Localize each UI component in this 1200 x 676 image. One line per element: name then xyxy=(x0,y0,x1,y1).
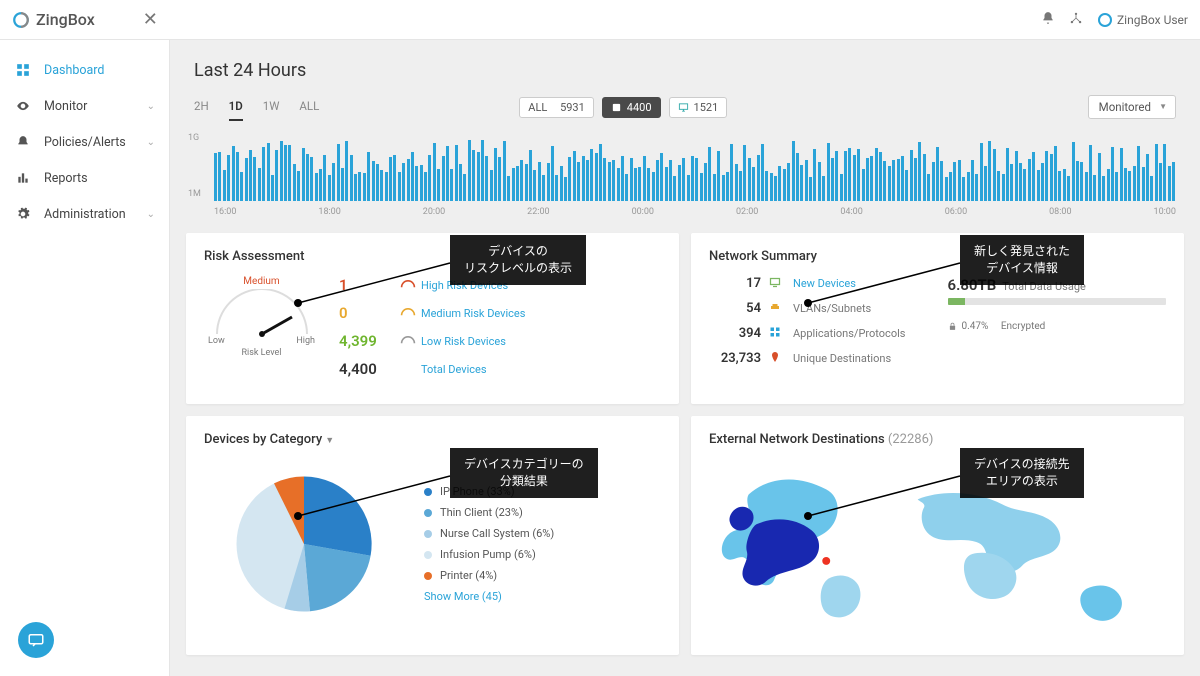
brand-logo: ZingBox xyxy=(12,10,95,29)
world-map[interactable] xyxy=(709,459,1166,639)
sidebar-item-dashboard[interactable]: Dashboard xyxy=(0,52,169,88)
risk-row-high[interactable]: 1 High Risk Devices xyxy=(339,276,661,294)
x-ticks: 16:0018:0020:0022:0000:0002:0004:0006:00… xyxy=(214,207,1176,217)
sidebar-item-label: Administration xyxy=(44,207,126,222)
sidebar-item-label: Reports xyxy=(44,171,88,186)
pill-all[interactable]: ALL 5931 xyxy=(519,97,594,118)
legend-item[interactable]: Printer (4%) xyxy=(424,569,554,582)
brand-text: ZingBox xyxy=(36,10,95,29)
chevron-down-icon: ⌄ xyxy=(147,137,155,148)
desktop-icon xyxy=(678,102,689,113)
gear-icon xyxy=(14,205,32,223)
tab-2h[interactable]: 2H xyxy=(194,93,209,121)
user-avatar-icon xyxy=(1097,12,1113,28)
eye-icon xyxy=(14,97,32,115)
user-label: ZingBox User xyxy=(1117,13,1188,27)
sidebar-item-label: Dashboard xyxy=(44,63,104,78)
pin-icon xyxy=(769,351,787,366)
encrypted-stat: 0.47% Encrypted xyxy=(948,321,1167,332)
gauge-high-icon xyxy=(395,278,421,292)
card-title: Risk Assessment xyxy=(204,249,661,264)
total-data-usage: 6.80TBTotal Data Usage xyxy=(948,276,1167,294)
pill-iot[interactable]: 4400 xyxy=(602,97,661,118)
traffic-chart: 1G 1M 16:0018:0020:0022:0000:0002:0004:0… xyxy=(170,123,1200,223)
ylabel: 1G xyxy=(188,133,199,143)
chevron-down-icon: ▼ xyxy=(325,436,334,446)
tab-all[interactable]: ALL xyxy=(299,93,319,121)
filter-row: 2H 1D 1W ALL ALL 5931 4400 1521 Monitore… xyxy=(170,89,1200,123)
gauge-low-icon xyxy=(395,334,421,348)
user-menu[interactable]: ZingBox User xyxy=(1097,12,1188,28)
logo-icon xyxy=(12,11,30,29)
device-icon xyxy=(769,276,787,291)
card-title[interactable]: Devices by Category▼ xyxy=(204,432,661,447)
usage-bar xyxy=(948,298,1167,305)
category-pie-chart xyxy=(204,459,404,629)
vlan-icon xyxy=(769,301,787,316)
page-title: Last 24 Hours xyxy=(194,60,1176,81)
net-row-apps: 394Applications/Protocols xyxy=(709,326,928,341)
network-icon[interactable] xyxy=(1069,11,1083,28)
bell-icon xyxy=(14,133,32,151)
risk-row-medium[interactable]: 0 Medium Risk Devices xyxy=(339,304,661,322)
sidebar-item-monitor[interactable]: Monitor ⌄ xyxy=(0,88,169,124)
card-external-destinations: External Network Destinations (22286) xyxy=(691,416,1184,655)
chevron-down-icon: ⌄ xyxy=(147,209,155,220)
risk-gauge: Medium LowHigh Risk Level xyxy=(204,276,319,358)
card-devices-by-category: Devices by Category▼ IP Phone (33%) Thin… xyxy=(186,416,679,655)
topbar-right: ZingBox User xyxy=(1041,11,1188,28)
stat-pills: ALL 5931 4400 1521 xyxy=(519,97,727,118)
chat-icon xyxy=(27,631,45,649)
risk-row-low[interactable]: 4,399 Low Risk Devices xyxy=(339,332,661,350)
close-icon[interactable]: ✕ xyxy=(143,9,158,30)
sidebar-item-label: Monitor xyxy=(44,99,87,114)
legend-item[interactable]: IP Phone (33%) xyxy=(424,485,554,498)
tab-1d[interactable]: 1D xyxy=(229,93,243,121)
sidebar: Dashboard Monitor ⌄ Policies/Alerts ⌄ Re… xyxy=(0,40,170,676)
net-row-destinations: 23,733Unique Destinations xyxy=(709,351,928,366)
chat-fab[interactable] xyxy=(18,622,54,658)
topbar: ZingBox ✕ ZingBox User xyxy=(0,0,1200,40)
legend-item[interactable]: Infusion Pump (6%) xyxy=(424,548,554,561)
net-row-new-devices[interactable]: 17New Devices xyxy=(709,276,928,291)
lock-icon xyxy=(948,322,957,331)
chevron-down-icon: ⌄ xyxy=(147,101,155,112)
risk-row-total[interactable]: 4,400 Total Devices xyxy=(339,360,661,378)
reports-icon xyxy=(14,169,32,187)
sidebar-item-label: Policies/Alerts xyxy=(44,135,126,150)
sidebar-item-policies[interactable]: Policies/Alerts ⌄ xyxy=(0,124,169,160)
legend-item[interactable]: Thin Client (23%) xyxy=(424,506,554,519)
sidebar-item-administration[interactable]: Administration ⌄ xyxy=(0,196,169,232)
category-legend: IP Phone (33%) Thin Client (23%) Nurse C… xyxy=(424,485,554,603)
legend-item[interactable]: Nurse Call System (6%) xyxy=(424,527,554,540)
gauge-med-icon xyxy=(395,306,421,320)
main-content: Last 24 Hours 2H 1D 1W ALL ALL 5931 4400… xyxy=(170,40,1200,676)
tab-1w[interactable]: 1W xyxy=(263,93,280,121)
dashboard-icon xyxy=(14,61,32,79)
sidebar-item-reports[interactable]: Reports xyxy=(0,160,169,196)
pill-desktop[interactable]: 1521 xyxy=(669,97,728,118)
card-risk-assessment: Risk Assessment Medium LowHigh Risk Leve… xyxy=(186,233,679,404)
card-title: Network Summary xyxy=(709,249,1166,264)
iot-icon xyxy=(611,102,622,113)
time-range-tabs: 2H 1D 1W ALL xyxy=(194,93,319,121)
apps-icon xyxy=(769,326,787,341)
card-title: External Network Destinations (22286) xyxy=(709,432,1166,447)
show-more-link[interactable]: Show More (45) xyxy=(424,590,554,603)
card-network-summary: Network Summary 17New Devices 54VLANs/Su… xyxy=(691,233,1184,404)
risk-list: 1 High Risk Devices 0 Medium Risk Device… xyxy=(339,276,661,388)
state-select[interactable]: Monitored xyxy=(1088,95,1176,119)
ylabel: 1M xyxy=(188,189,201,199)
net-row-vlans: 54VLANs/Subnets xyxy=(709,301,928,316)
bell-icon[interactable] xyxy=(1041,11,1055,28)
